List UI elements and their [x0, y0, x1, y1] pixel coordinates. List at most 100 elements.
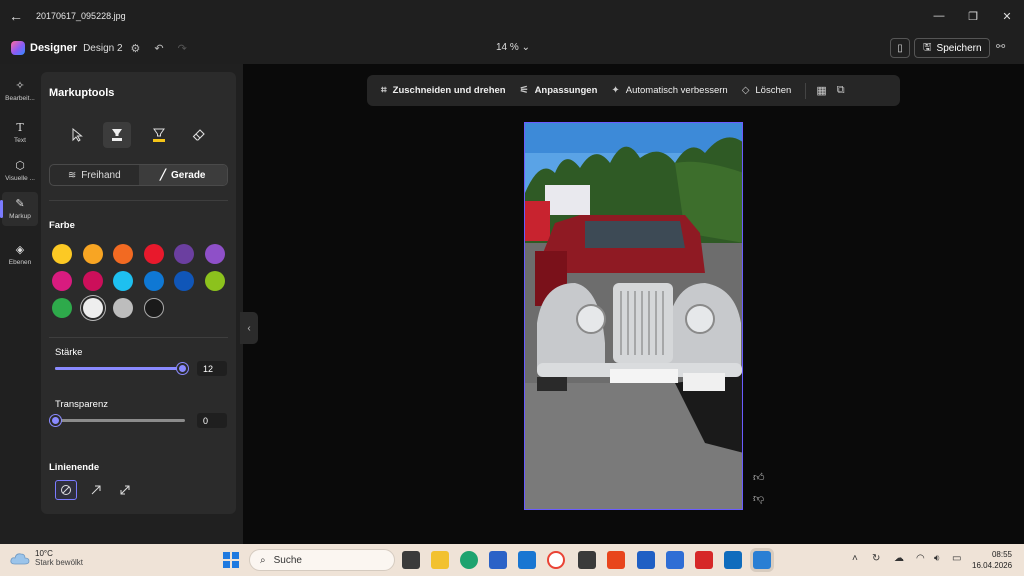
- delete-label: Löschen: [755, 85, 792, 96]
- cloud-tray-icon[interactable]: ☁: [894, 553, 904, 564]
- auto-enhance-button[interactable]: ✦ Automatisch verbessern: [611, 85, 727, 96]
- color-swatch[interactable]: [82, 298, 103, 318]
- color-swatch[interactable]: [174, 244, 194, 264]
- color-swatch[interactable]: [52, 271, 72, 291]
- share-icon[interactable]: ⚯: [996, 40, 1005, 53]
- delete-button[interactable]: ◇ Löschen: [742, 85, 792, 96]
- line-end-double-arrow[interactable]: [114, 480, 136, 500]
- line-end-arrow[interactable]: [85, 480, 107, 500]
- edge-icon[interactable]: [460, 551, 478, 569]
- news-app-icon[interactable]: [607, 551, 625, 569]
- outlook-icon[interactable]: [724, 551, 742, 569]
- weather-widget[interactable]: 10°C Stark bewölkt: [10, 549, 83, 567]
- strength-value[interactable]: 12: [197, 361, 227, 376]
- battery-icon[interactable]: ▭: [952, 553, 961, 564]
- color-swatch[interactable]: [82, 244, 103, 264]
- transparency-slider[interactable]: [50, 415, 185, 426]
- back-arrow-icon[interactable]: ←: [0, 0, 32, 32]
- color-swatch[interactable]: [174, 271, 194, 291]
- color-swatch[interactable]: [113, 298, 133, 318]
- rail-label: Visuelle ...: [5, 175, 35, 182]
- chrome-icon[interactable]: [547, 551, 565, 569]
- mode-freehand-label: Freihand: [81, 169, 121, 181]
- visual-search-icon[interactable]: ⧉: [837, 84, 845, 97]
- auto-label: Automatisch verbessern: [625, 85, 728, 96]
- mode-line[interactable]: ╱ Gerade: [138, 165, 227, 185]
- rail-item-layers[interactable]: ◈ Ebenen: [2, 238, 38, 272]
- weather-temp: 10°C: [35, 549, 53, 558]
- thumbs-down-icon[interactable]: 👎︎: [753, 492, 764, 505]
- color-swatch[interactable]: [204, 271, 225, 291]
- strength-slider[interactable]: [55, 363, 189, 374]
- canvas-photo[interactable]: [524, 122, 743, 510]
- left-rail: ✧ Bearbeit... T Text ⬡ Visuelle ... ✎ Ma…: [0, 64, 40, 544]
- color-swatch[interactable]: [52, 298, 72, 318]
- rail-item-markup[interactable]: ✎ Markup: [0, 192, 38, 226]
- highlighter-icon: [153, 128, 165, 142]
- tool-select[interactable]: [63, 122, 91, 148]
- sync-icon[interactable]: ↻: [872, 553, 880, 564]
- designer-taskbar-icon[interactable]: [753, 551, 771, 569]
- media-app-icon[interactable]: [578, 551, 596, 569]
- letter-app-icon[interactable]: [695, 551, 713, 569]
- system-clock[interactable]: 08:55 16.04.2026: [972, 549, 1012, 571]
- rail-label: Bearbeit...: [5, 95, 35, 102]
- tray-chevron-up-icon[interactable]: ˄: [852, 553, 858, 564]
- collapse-panel-button[interactable]: ‹: [240, 312, 258, 344]
- chart-app-icon[interactable]: [666, 551, 684, 569]
- magic-wand-icon: ✦: [611, 85, 620, 96]
- transparency-value[interactable]: 0: [197, 413, 227, 428]
- line-end-none[interactable]: [55, 480, 77, 500]
- save-label: Speichern: [936, 42, 982, 54]
- redo-icon[interactable]: ↷: [178, 42, 187, 55]
- wifi-icon[interactable]: ◠: [916, 553, 925, 564]
- panel-title: Markuptools: [49, 87, 115, 99]
- color-swatch[interactable]: [113, 271, 133, 291]
- start-button[interactable]: [223, 552, 239, 568]
- crop-rotate-button[interactable]: ⌗ Zuschneiden und drehen: [381, 85, 506, 96]
- taskbar-search[interactable]: ⌕ Suche: [249, 549, 395, 571]
- minimize-button[interactable]: —: [922, 0, 956, 32]
- strength-thumb[interactable]: [177, 363, 189, 374]
- undo-icon[interactable]: ↶: [154, 42, 163, 55]
- mail-icon[interactable]: [518, 551, 536, 569]
- app-header: Designer Design 2 ⚙ ↶ ↷ 14 % ⌄: [0, 32, 1024, 64]
- tool-pen[interactable]: [103, 122, 131, 148]
- device-preview-button[interactable]: ▯: [890, 38, 910, 58]
- color-swatch[interactable]: [52, 244, 72, 264]
- color-swatch[interactable]: [82, 271, 103, 291]
- tool-highlighter[interactable]: [145, 122, 173, 148]
- rail-item-edit[interactable]: ✧ Bearbeit...: [2, 74, 38, 108]
- zoom-dropdown[interactable]: 14 % ⌄: [496, 42, 530, 53]
- rail-item-visuals[interactable]: ⬡ Visuelle ...: [2, 154, 38, 188]
- tool-eraser[interactable]: [185, 122, 213, 148]
- color-swatch[interactable]: [143, 298, 164, 318]
- line-icon: ╱: [160, 169, 167, 181]
- maximize-button[interactable]: ❐: [956, 0, 990, 32]
- eraser-icon: [192, 129, 205, 141]
- save-button[interactable]: 🖫 Speichern: [914, 38, 990, 58]
- mode-freehand[interactable]: ≋ Freihand: [50, 165, 139, 185]
- layers-icon: ◈: [15, 244, 25, 256]
- calendar-icon[interactable]: [637, 551, 655, 569]
- cloud-sync-icon[interactable]: ⚙: [131, 42, 141, 55]
- color-swatch[interactable]: [143, 244, 164, 264]
- task-view-icon[interactable]: [402, 551, 420, 569]
- transparency-thumb[interactable]: [50, 415, 61, 426]
- color-swatch[interactable]: [143, 271, 164, 291]
- weather-desc: Stark bewölkt: [35, 558, 84, 567]
- document-name[interactable]: Design 2: [83, 43, 122, 54]
- sparkle-icon: ✧: [15, 80, 25, 92]
- color-swatch[interactable]: [204, 244, 225, 264]
- close-button[interactable]: ✕: [990, 0, 1024, 32]
- adjustments-button[interactable]: ⚟ Anpassungen: [520, 85, 598, 96]
- chevron-left-icon: ‹: [247, 322, 251, 334]
- color-swatch[interactable]: [113, 244, 133, 264]
- volume-icon[interactable]: 🔉︎: [934, 553, 940, 564]
- store-icon[interactable]: [489, 551, 507, 569]
- draw-mode-toggle: ≋ Freihand ╱ Gerade: [49, 164, 228, 186]
- background-remove-icon[interactable]: ▦: [816, 84, 826, 97]
- file-explorer-icon[interactable]: [431, 551, 449, 569]
- thumbs-up-icon[interactable]: 👍︎: [753, 471, 765, 484]
- rail-item-text[interactable]: T Text: [2, 116, 38, 150]
